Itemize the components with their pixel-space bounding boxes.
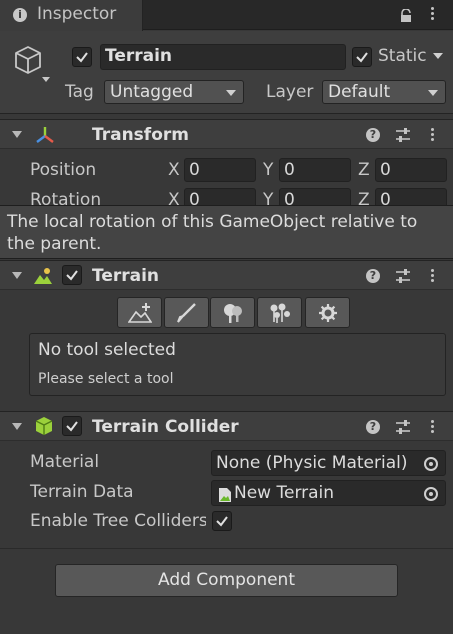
chevron-down-icon (428, 90, 438, 96)
terrain-settings-tool-button[interactable] (305, 297, 350, 328)
enable-tree-colliders-checkbox[interactable] (212, 511, 232, 531)
component-menu-icon[interactable] (425, 418, 439, 436)
presets-icon[interactable] (395, 127, 411, 147)
material-label: Material (30, 452, 100, 472)
transform-title: Transform (92, 125, 189, 145)
tool-status-box: No tool selected Please select a tool (29, 333, 446, 396)
component-menu-icon[interactable] (425, 126, 439, 144)
transform-header[interactable]: Transform ? (0, 119, 453, 149)
static-label: Static (378, 46, 427, 66)
tooltip: The local rotation of this GameObject re… (0, 205, 453, 259)
terrain-title: Terrain (92, 266, 160, 286)
material-field[interactable]: None (Physic Material) (211, 450, 446, 476)
position-x-field[interactable]: 0 (184, 158, 256, 182)
info-icon: i (13, 8, 27, 22)
tag-label: Tag (65, 82, 94, 102)
tag-dropdown[interactable]: Untagged (104, 80, 244, 104)
tab-title: Inspector (37, 4, 117, 24)
component-menu-icon[interactable] (425, 267, 439, 285)
static-checkbox[interactable] (352, 47, 372, 67)
terrain-data-value: New Terrain (234, 483, 335, 503)
help-icon[interactable]: ? (366, 269, 380, 283)
paint-brush-icon (177, 303, 196, 323)
add-component-button[interactable]: Add Component (55, 564, 398, 597)
position-label: Position (30, 160, 97, 180)
position-z-label[interactable]: Z (358, 160, 370, 180)
tool-status-hint: Please select a tool (38, 371, 174, 387)
help-icon[interactable]: ? (366, 128, 380, 142)
object-picker-icon[interactable] (424, 457, 438, 471)
transform-icon (35, 125, 55, 149)
terrain-collider-title: Terrain Collider (92, 417, 239, 437)
paint-texture-tool-button[interactable] (164, 297, 209, 328)
tab-menu-icon[interactable] (425, 5, 439, 23)
details-icon (270, 303, 290, 323)
layer-label: Layer (266, 82, 314, 102)
tool-status-title: No tool selected (38, 340, 176, 360)
layer-value: Default (328, 82, 391, 102)
position-y-label[interactable]: Y (263, 160, 273, 180)
tag-value: Untagged (110, 82, 194, 102)
layer-dropdown[interactable]: Default (322, 80, 446, 104)
foldout-arrow-icon[interactable] (12, 131, 22, 138)
position-x-label[interactable]: X (168, 160, 180, 180)
enable-tree-colliders-label: Enable Tree Colliders (30, 511, 206, 531)
chevron-down-icon (226, 90, 236, 96)
collider-enabled-checkbox[interactable] (62, 416, 82, 436)
tab-inspector[interactable]: i Inspector (0, 0, 143, 31)
lock-icon[interactable] (399, 8, 413, 22)
material-value: None (Physic Material) (216, 453, 408, 473)
terrain-icon (33, 266, 53, 290)
active-checkbox[interactable] (72, 47, 92, 67)
paint-trees-tool-button[interactable] (210, 297, 255, 328)
terrain-enabled-checkbox[interactable] (62, 265, 82, 285)
terrain-header[interactable]: Terrain ? (0, 260, 453, 290)
foldout-arrow-icon[interactable] (12, 423, 22, 430)
settings-icon (319, 304, 337, 322)
raise-terrain-tool-button[interactable] (117, 297, 162, 328)
presets-icon[interactable] (395, 268, 411, 288)
raise-terrain-icon (128, 303, 152, 323)
static-dropdown-icon[interactable] (433, 53, 443, 59)
object-picker-icon[interactable] (424, 487, 438, 501)
gameobject-icon[interactable] (13, 44, 53, 88)
terrain-collider-header[interactable]: Terrain Collider ? (0, 411, 453, 441)
foldout-arrow-icon[interactable] (12, 272, 22, 279)
position-y-field[interactable]: 0 (279, 158, 351, 182)
trees-icon (224, 304, 242, 323)
terrain-data-field[interactable]: New Terrain (211, 480, 446, 506)
collider-icon (34, 416, 54, 440)
terrain-data-label: Terrain Data (30, 482, 134, 502)
presets-icon[interactable] (395, 419, 411, 439)
paint-details-tool-button[interactable] (257, 297, 302, 328)
divider (0, 548, 453, 549)
name-field[interactable]: Terrain (100, 44, 346, 70)
terrain-asset-icon (218, 486, 232, 510)
position-z-field[interactable]: 0 (375, 158, 447, 182)
help-icon[interactable]: ? (366, 420, 380, 434)
